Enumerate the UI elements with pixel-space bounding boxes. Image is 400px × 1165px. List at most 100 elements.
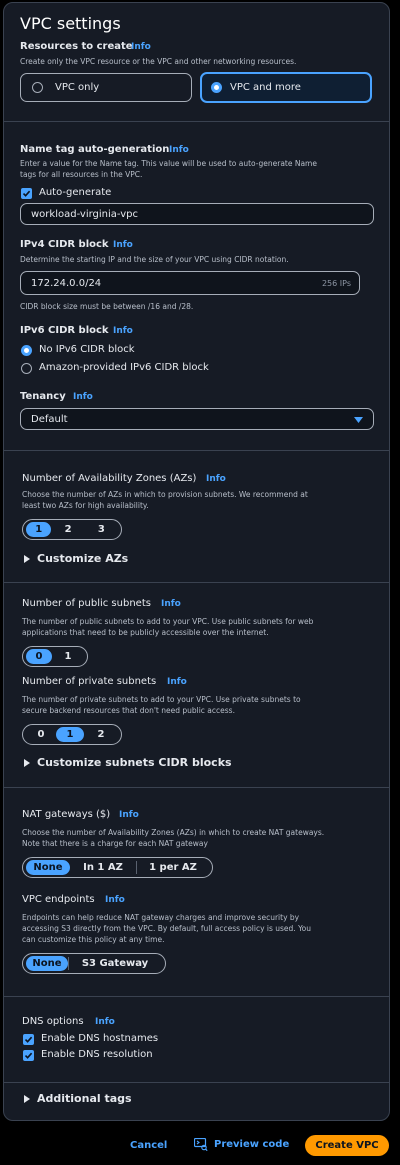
- name-tag-input[interactable]: workload-virginia-vpc: [20, 203, 374, 225]
- vpc-only-label: VPC only: [55, 82, 100, 93]
- divider: [4, 450, 389, 451]
- amazon-ipv6-radio[interactable]: [21, 363, 32, 374]
- expand-triangle-icon: [24, 555, 30, 563]
- caret-down-icon: [354, 417, 363, 423]
- nat-option-1az[interactable]: In 1 AZ: [70, 860, 136, 875]
- endpoints-label: VPC endpoints: [22, 894, 95, 905]
- azs-label: Number of Availability Zones (AZs): [22, 473, 197, 484]
- nat-option-none[interactable]: None: [26, 860, 70, 875]
- ipv6-label: IPv6 CIDR block: [20, 325, 109, 336]
- preview-code-label: Preview code: [214, 1139, 290, 1150]
- cancel-button[interactable]: Cancel: [130, 1140, 167, 1151]
- name-tag-value: workload-virginia-vpc: [31, 209, 139, 220]
- ipv4-cidr-value: 172.24.0.0/24: [31, 278, 102, 289]
- ipv4-ip-count: 256 IPs: [321, 279, 351, 288]
- ipv4-label: IPv4 CIDR block: [20, 239, 109, 250]
- public-subnets-desc-2: applications that need to be publicly ac…: [22, 628, 269, 637]
- no-ipv6-radio[interactable]: [21, 345, 32, 356]
- azs-info-link[interactable]: Info: [206, 474, 226, 484]
- vpc-and-more-label: VPC and more: [230, 82, 301, 93]
- azs-desc-2: least two AZs for high availability.: [22, 501, 149, 510]
- private-subnets-desc-2: secure backend resources that don't need…: [22, 706, 235, 715]
- private-subnets-option-1[interactable]: 1: [56, 727, 84, 742]
- nat-label: NAT gateways ($): [22, 809, 111, 820]
- amazon-ipv6-label: Amazon-provided IPv6 CIDR block: [39, 362, 209, 373]
- expand-triangle-icon: [24, 1095, 30, 1103]
- expand-triangle-icon: [24, 759, 30, 767]
- name-tag-desc-1: Enter a value for the Name tag. This val…: [20, 159, 317, 168]
- endpoints-option-s3[interactable]: S3 Gateway: [69, 956, 161, 971]
- name-tag-label: Name tag auto-generation: [20, 144, 170, 155]
- vpc-and-more-option[interactable]: VPC and more: [200, 72, 372, 103]
- dns-resolution-label: Enable DNS resolution: [41, 1049, 153, 1060]
- nat-desc-2: Note that there is a charge for each NAT…: [22, 839, 208, 848]
- page-title: VPC settings: [20, 14, 121, 33]
- vpc-only-radio[interactable]: [32, 82, 43, 93]
- resources-desc: Create only the VPC resource or the VPC …: [20, 57, 297, 66]
- ipv4-cidr-input[interactable]: 172.24.0.0/24 256 IPs: [20, 271, 360, 295]
- public-subnets-selector[interactable]: 0 1: [22, 646, 88, 667]
- divider: [4, 996, 389, 997]
- create-vpc-button[interactable]: Create VPC: [305, 1135, 389, 1156]
- resources-info-link[interactable]: Info: [131, 42, 151, 52]
- checkmark-icon: [22, 190, 31, 197]
- nat-option-per-az[interactable]: 1 per AZ: [137, 860, 209, 875]
- name-tag-desc-2: tags for all resources in the VPC.: [20, 170, 143, 179]
- vpc-and-more-radio[interactable]: [211, 82, 222, 93]
- divider: [4, 787, 389, 788]
- checkmark-icon: [24, 1036, 33, 1043]
- checkmark-icon: [24, 1052, 33, 1059]
- azs-desc-1: Choose the number of AZs in which to pro…: [22, 490, 308, 499]
- dns-hostnames-checkbox[interactable]: [23, 1034, 34, 1045]
- tenancy-info-link[interactable]: Info: [73, 392, 93, 402]
- endpoints-desc-2: accessing S3 directly from the VPC. By d…: [22, 924, 312, 933]
- additional-tags-toggle[interactable]: Additional tags: [37, 1092, 132, 1105]
- vpc-settings-panel: VPC settings Resources to create Info Cr…: [3, 2, 390, 1121]
- tenancy-label: Tenancy: [20, 391, 66, 402]
- nat-info-link[interactable]: Info: [119, 810, 139, 820]
- ipv4-info-link[interactable]: Info: [113, 240, 133, 250]
- private-subnets-desc-1: The number of private subnets to add to …: [22, 695, 301, 704]
- private-subnets-option-2[interactable]: 2: [84, 727, 118, 742]
- nat-desc-1: Choose the number of Availability Zones …: [22, 828, 325, 837]
- dns-info-link[interactable]: Info: [95, 1017, 115, 1027]
- public-subnets-option-0[interactable]: 0: [26, 649, 52, 664]
- name-tag-info-link[interactable]: Info: [169, 145, 189, 155]
- azs-option-1[interactable]: 1: [26, 522, 52, 537]
- ipv4-hint: CIDR block size must be between /16 and …: [20, 302, 194, 311]
- tenancy-value: Default: [31, 414, 68, 425]
- private-subnets-info-link[interactable]: Info: [167, 677, 187, 687]
- azs-selector[interactable]: 1 2 3: [22, 519, 122, 540]
- ipv4-desc: Determine the starting IP and the size o…: [20, 255, 289, 264]
- vpc-only-option[interactable]: VPC only: [20, 73, 192, 102]
- endpoints-info-link[interactable]: Info: [105, 895, 125, 905]
- auto-generate-label: Auto-generate: [39, 187, 112, 198]
- tenancy-select[interactable]: Default: [20, 408, 374, 430]
- divider: [4, 1082, 389, 1083]
- endpoints-desc-3: can customize this policy at any time.: [22, 935, 165, 944]
- azs-option-3[interactable]: 3: [85, 522, 118, 537]
- dns-resolution-checkbox[interactable]: [23, 1050, 34, 1061]
- ipv6-info-link[interactable]: Info: [113, 326, 133, 336]
- public-subnets-info-link[interactable]: Info: [161, 599, 181, 609]
- endpoints-option-none[interactable]: None: [26, 956, 68, 971]
- private-subnets-selector[interactable]: 0 1 2: [22, 724, 122, 745]
- auto-generate-checkbox[interactable]: [21, 188, 32, 199]
- divider: [4, 121, 389, 122]
- private-subnets-option-0[interactable]: 0: [26, 727, 56, 742]
- nat-selector[interactable]: None In 1 AZ 1 per AZ: [22, 857, 213, 878]
- azs-option-2[interactable]: 2: [51, 522, 84, 537]
- public-subnets-desc-1: The number of public subnets to add to y…: [22, 617, 314, 626]
- public-subnets-label: Number of public subnets: [22, 598, 151, 609]
- public-subnets-option-1[interactable]: 1: [52, 649, 84, 664]
- divider: [4, 582, 389, 583]
- resources-label: Resources to create: [20, 41, 133, 52]
- code-preview-icon: [194, 1138, 208, 1151]
- private-subnets-label: Number of private subnets: [22, 676, 157, 687]
- endpoints-desc-1: Endpoints can help reduce NAT gateway ch…: [22, 913, 300, 922]
- dns-label: DNS options: [22, 1016, 84, 1027]
- no-ipv6-label: No IPv6 CIDR block: [39, 344, 135, 355]
- customize-azs-toggle[interactable]: Customize AZs: [37, 552, 128, 565]
- endpoints-selector[interactable]: None S3 Gateway: [22, 953, 166, 974]
- customize-subnets-toggle[interactable]: Customize subnets CIDR blocks: [37, 756, 232, 769]
